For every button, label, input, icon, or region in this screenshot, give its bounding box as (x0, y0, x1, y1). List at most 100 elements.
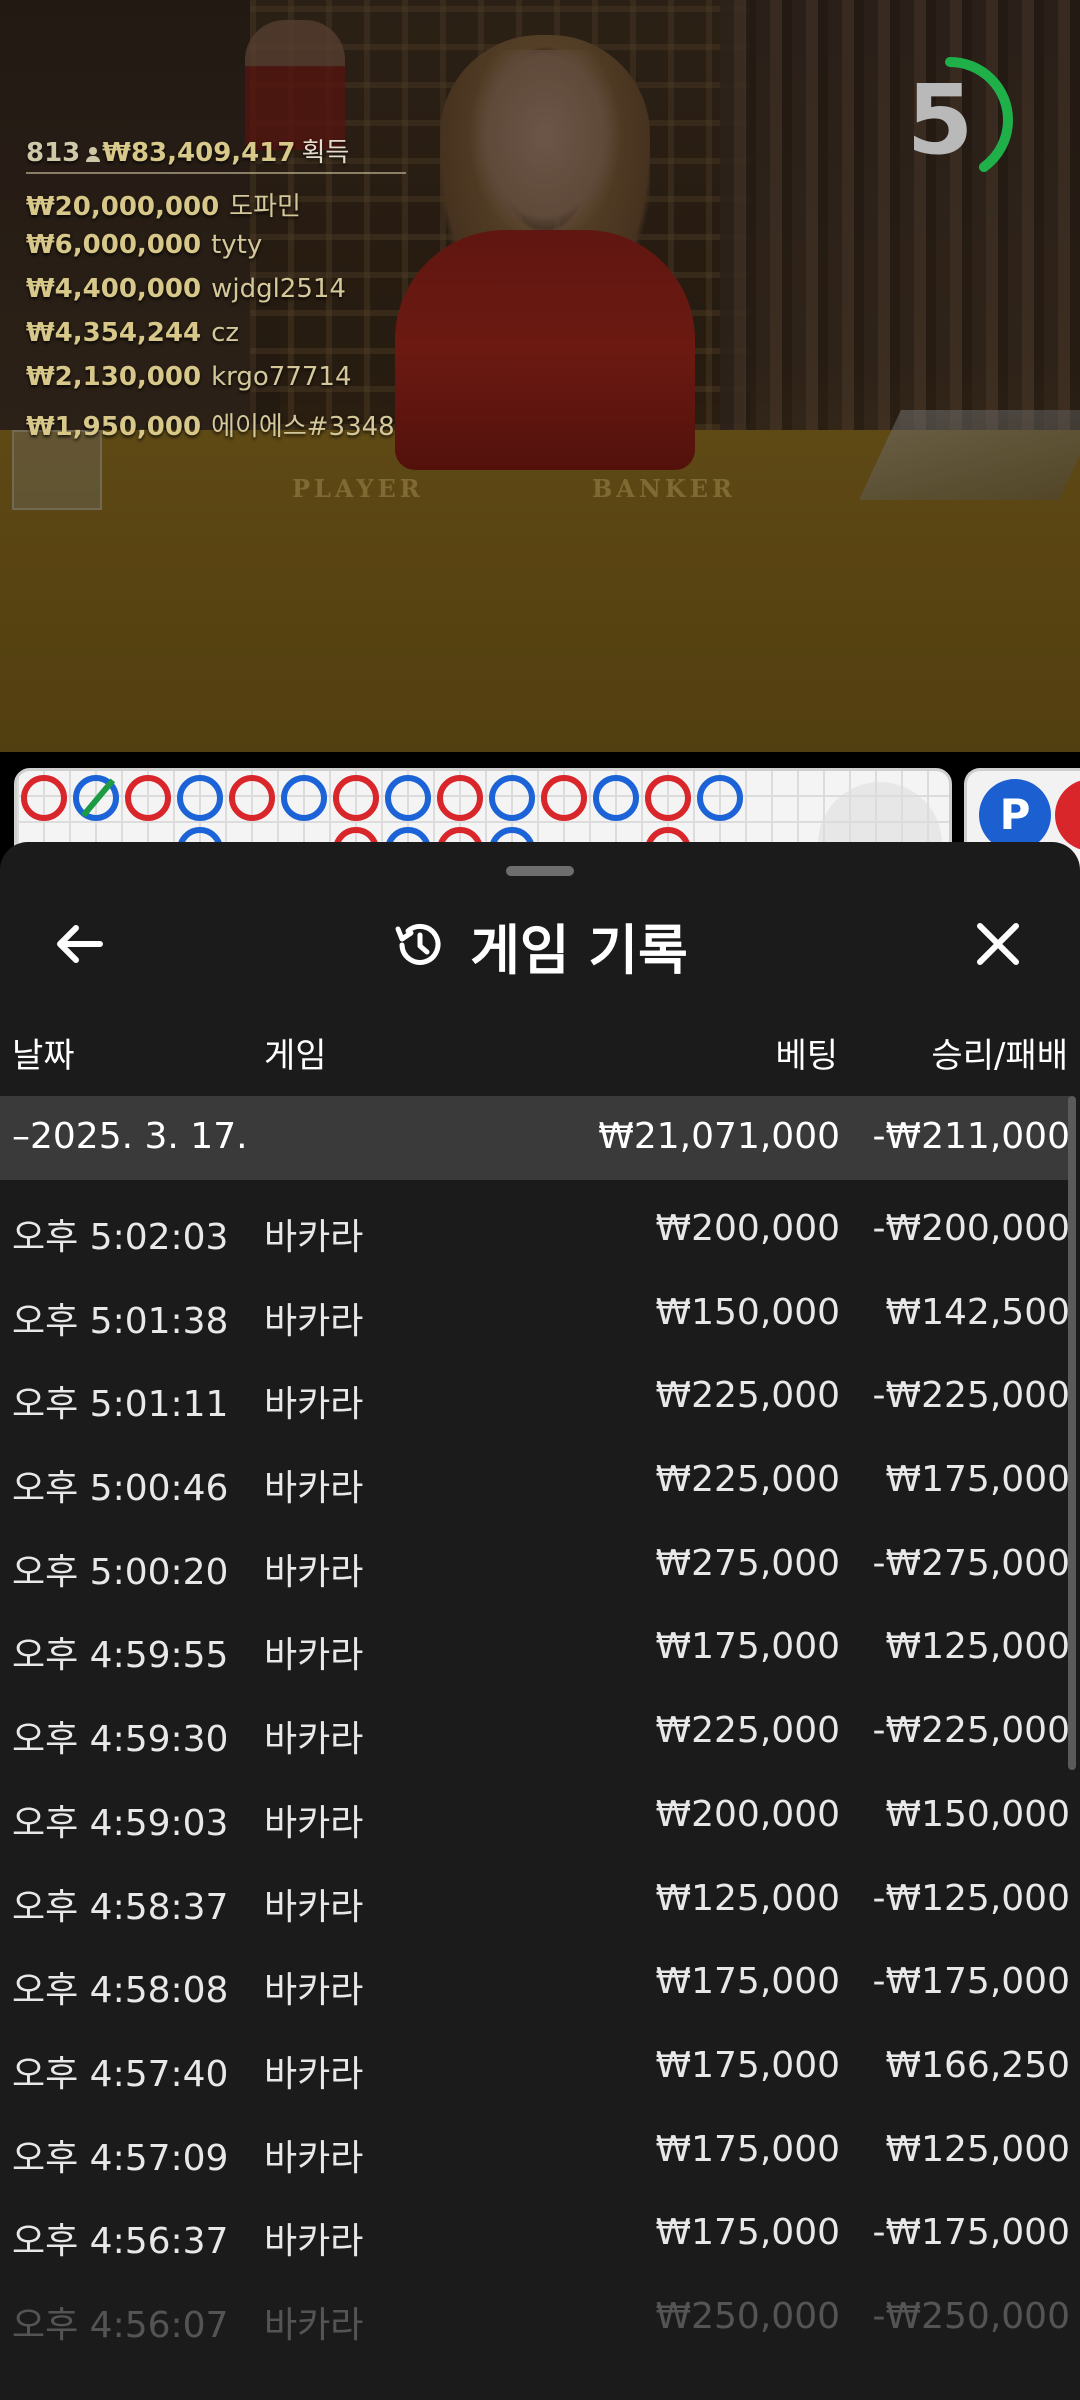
close-icon (977, 923, 1019, 965)
row-win-loss: ₩150,000 (885, 1793, 1070, 1835)
person-icon (86, 147, 101, 162)
winner-name: tyty (211, 230, 263, 260)
winner-name: 도파민 (229, 192, 301, 222)
row-win-loss: ₩166,250 (885, 2044, 1070, 2086)
row-time: 오후 4:57:09 (12, 2137, 229, 2179)
row-win-loss: ₩142,500 (885, 1291, 1070, 1333)
row-game: 바카라 (264, 1551, 364, 1593)
winner-row: ₩20,000,000 도파민 (26, 186, 395, 230)
player-badge[interactable]: P (979, 779, 1051, 851)
history-row[interactable]: 오후 4:56:37 바카라 ₩175,000 -₩175,000 (0, 2192, 1070, 2276)
row-bet: ₩175,000 (655, 2212, 840, 2254)
player-bead (281, 775, 327, 821)
history-row[interactable]: 오후 4:58:08 바카라 ₩175,000 -₩175,000 (0, 1941, 1070, 2025)
history-row[interactable]: 오후 5:01:11 바카라 ₩225,000 -₩225,000 (0, 1355, 1070, 1439)
row-game: 바카라 (264, 1802, 364, 1844)
row-bet: ₩225,000 (655, 1375, 840, 1417)
row-bet: ₩175,000 (655, 1961, 840, 2003)
history-row[interactable]: 오후 4:56:07 바카라 ₩250,000 -₩250,000 (0, 2276, 1070, 2360)
winner-row: ₩4,400,000 wjdgl2514 (26, 274, 395, 318)
history-row[interactable]: 오후 4:59:03 바카라 ₩200,000 ₩150,000 (0, 1774, 1070, 1858)
row-bet: ₩200,000 (655, 1208, 840, 1249)
row-time: 오후 4:58:08 (12, 1970, 229, 2012)
row-time: 오후 5:00:20 (12, 1551, 229, 1593)
row-win-loss: -₩200,000 (872, 1208, 1070, 1249)
table-header: 날짜 게임 베팅 승리/패배 (0, 1018, 1080, 1078)
banker-bead (229, 775, 275, 821)
history-row[interactable]: 오후 4:58:37 바카라 ₩125,000 -₩125,000 (0, 1858, 1070, 1942)
row-time: 오후 5:01:38 (12, 1300, 229, 1342)
row-time: 오후 5:02:03 (12, 1217, 229, 1258)
row-time: 오후 5:00:46 (12, 1468, 229, 1510)
player-bead (385, 775, 431, 821)
player-bead (489, 775, 535, 821)
row-bet: ₩225,000 (655, 1710, 840, 1752)
winner-amount: ₩2,130,000 (26, 362, 202, 392)
date-summary-row[interactable]: –2025. 3. 17. ₩21,071,000 -₩211,000 (0, 1096, 1070, 1180)
column-date: 날짜 (12, 1036, 75, 1076)
row-win-loss: -₩225,000 (872, 1375, 1070, 1417)
row-win-loss: -₩175,000 (872, 2212, 1070, 2254)
total-won-amount: ₩83,409,417 (102, 138, 296, 168)
banker-badge[interactable] (1055, 779, 1080, 851)
history-row[interactable]: 오후 5:00:46 바카라 ₩225,000 ₩175,000 (0, 1439, 1070, 1523)
history-rows: 오후 5:02:03 바카라 ₩200,000 -₩200,000 오후 5:01:38… (0, 1188, 1080, 2360)
winner-amount: ₩20,000,000 (26, 192, 220, 222)
row-game: 바카라 (264, 2137, 364, 2179)
history-row[interactable]: 오후 5:01:38 바카라 ₩150,000 ₩142,500 (0, 1272, 1070, 1356)
winners-list: ₩20,000,000 도파민 ₩6,000,000 tyty ₩4,400,000 wj… (26, 186, 395, 450)
row-win-loss: -₩225,000 (872, 1710, 1070, 1752)
history-row[interactable]: 오후 4:57:09 바카라 ₩175,000 ₩125,000 (0, 2109, 1070, 2193)
total-winnings-header: 813 ₩83,409,417 획득 (26, 132, 349, 169)
winner-name: krgo77714 (211, 362, 352, 392)
banker-bead (541, 775, 587, 821)
row-bet: ₩200,000 (655, 1793, 840, 1835)
winner-amount: ₩4,354,244 (26, 318, 202, 348)
banker-bead (125, 775, 171, 821)
history-row[interactable]: 오후 5:02:03 바카라 ₩200,000 -₩200,000 (0, 1188, 1070, 1272)
stats-divider (26, 172, 406, 174)
row-time: 오후 4:57:40 (12, 2053, 229, 2095)
history-row[interactable]: 오후 4:57:40 바카라 ₩175,000 ₩166,250 (0, 2025, 1070, 2109)
banker-bead (333, 775, 379, 821)
history-row[interactable]: 오후 4:59:30 바카라 ₩225,000 -₩225,000 (0, 1690, 1070, 1774)
scrollbar[interactable] (1068, 1096, 1076, 1770)
viewer-count: 813 (26, 138, 81, 168)
winner-row: ₩4,354,244 cz (26, 318, 395, 362)
row-time: 오후 4:59:55 (12, 1635, 229, 1677)
history-row[interactable]: 오후 4:59:55 바카라 ₩175,000 ₩125,000 (0, 1606, 1070, 1690)
row-win-loss: -₩125,000 (872, 1877, 1070, 1919)
total-won-label: 획득 (301, 138, 350, 168)
row-time: 오후 5:01:11 (12, 1384, 229, 1426)
countdown-timer: 5 (880, 40, 1040, 200)
column-game: 게임 (264, 1036, 327, 1076)
row-bet: ₩175,000 (655, 1626, 840, 1668)
row-win-loss: ₩175,000 (885, 1459, 1070, 1501)
tie-mark (80, 778, 116, 818)
winner-amount: ₩4,400,000 (26, 274, 202, 304)
sheet-drag-handle[interactable] (506, 866, 574, 876)
row-game: 바카라 (264, 1970, 364, 2012)
row-game: 바카라 (264, 1217, 364, 1258)
column-bet: 베팅 (775, 1036, 838, 1076)
row-win-loss: ₩125,000 (885, 1626, 1070, 1668)
winner-amount: ₩6,000,000 (26, 230, 202, 260)
row-time: 오후 4:56:37 (12, 2221, 229, 2263)
row-game: 바카라 (264, 1635, 364, 1677)
history-row[interactable]: 오후 5:00:20 바카라 ₩275,000 -₩275,000 (0, 1523, 1070, 1607)
row-game: 바카라 (264, 1719, 364, 1761)
winner-row: ₩6,000,000 tyty (26, 230, 395, 274)
history-clock-icon (395, 923, 441, 965)
player-bead (593, 775, 639, 821)
row-win-loss: -₩250,000 (872, 2295, 1070, 2337)
row-bet: ₩175,000 (655, 2044, 840, 2086)
winner-name: wjdgl2514 (211, 274, 346, 304)
banker-bead (645, 775, 691, 821)
row-time: 오후 4:56:07 (12, 2304, 229, 2346)
row-win-loss: -₩275,000 (872, 1542, 1070, 1584)
row-game: 바카라 (264, 2221, 364, 2263)
row-bet: ₩225,000 (655, 1459, 840, 1501)
row-game: 바카라 (264, 1384, 364, 1426)
history-list[interactable]: –2025. 3. 17. ₩21,071,000 -₩211,000 오후 5… (0, 1096, 1080, 2400)
close-button[interactable] (958, 904, 1038, 984)
